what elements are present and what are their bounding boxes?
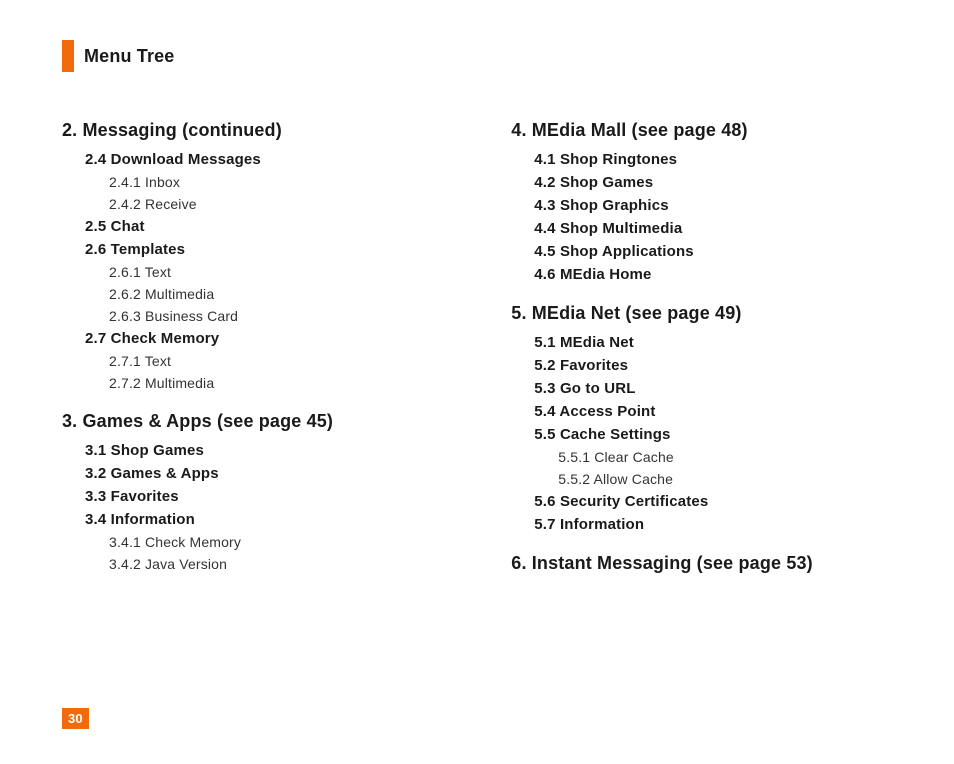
menu-item-level2: 5.5.1 Clear Cache: [558, 449, 894, 465]
menu-item-level1: 4.2 Shop Games: [534, 174, 894, 191]
menu-item-level1: 2.6 Templates: [85, 241, 445, 258]
menu-item-level2: 2.6.3 Business Card: [109, 308, 445, 324]
page-number: 30: [62, 708, 89, 729]
menu-item-level1: 2.5 Chat: [85, 218, 445, 235]
content-columns: 2. Messaging (continued) 2.4 Download Mes…: [62, 120, 894, 584]
section-title: 3. Games & Apps (see page 45): [62, 411, 445, 432]
menu-item-level2: 2.4.1 Inbox: [109, 174, 445, 190]
menu-item-level1: 4.6 MEdia Home: [534, 266, 894, 283]
menu-item-level1: 4.3 Shop Graphics: [534, 197, 894, 214]
menu-item-level1: 5.6 Security Certificates: [534, 493, 894, 510]
header-title: Menu Tree: [84, 46, 174, 67]
section-title: 6. Instant Messaging (see page 53): [511, 553, 894, 574]
menu-item-level1: 5.3 Go to URL: [534, 380, 894, 397]
menu-item-level2: 2.6.1 Text: [109, 264, 445, 280]
menu-item-level1: 4.1 Shop Ringtones: [534, 151, 894, 168]
menu-item-level1: 5.5 Cache Settings: [534, 426, 894, 443]
section-title: 5. MEdia Net (see page 49): [511, 303, 894, 324]
right-column: 4. MEdia Mall (see page 48) 4.1 Shop Ring…: [511, 120, 894, 584]
page-header: Menu Tree: [62, 40, 174, 72]
menu-item-level2: 3.4.1 Check Memory: [109, 534, 445, 550]
menu-item-level2: 5.5.2 Allow Cache: [558, 471, 894, 487]
header-accent-bar: [62, 40, 74, 72]
menu-item-level2: 2.7.1 Text: [109, 353, 445, 369]
section-title: 2. Messaging (continued): [62, 120, 445, 141]
left-column: 2. Messaging (continued) 2.4 Download Mes…: [62, 120, 445, 584]
menu-item-level2: 2.6.2 Multimedia: [109, 286, 445, 302]
menu-item-level1: 5.4 Access Point: [534, 403, 894, 420]
menu-item-level1: 5.7 Information: [534, 516, 894, 533]
menu-item-level1: 3.4 Information: [85, 511, 445, 528]
menu-item-level1: 5.2 Favorites: [534, 357, 894, 374]
menu-item-level2: 3.4.2 Java Version: [109, 556, 445, 572]
menu-item-level1: 2.4 Download Messages: [85, 151, 445, 168]
menu-item-level1: 3.3 Favorites: [85, 488, 445, 505]
section-title: 4. MEdia Mall (see page 48): [511, 120, 894, 141]
menu-item-level2: 2.4.2 Receive: [109, 196, 445, 212]
menu-item-level1: 4.5 Shop Applications: [534, 243, 894, 260]
menu-item-level2: 2.7.2 Multimedia: [109, 375, 445, 391]
menu-item-level1: 4.4 Shop Multimedia: [534, 220, 894, 237]
menu-item-level1: 5.1 MEdia Net: [534, 334, 894, 351]
menu-item-level1: 3.2 Games & Apps: [85, 465, 445, 482]
menu-item-level1: 3.1 Shop Games: [85, 442, 445, 459]
menu-item-level1: 2.7 Check Memory: [85, 330, 445, 347]
